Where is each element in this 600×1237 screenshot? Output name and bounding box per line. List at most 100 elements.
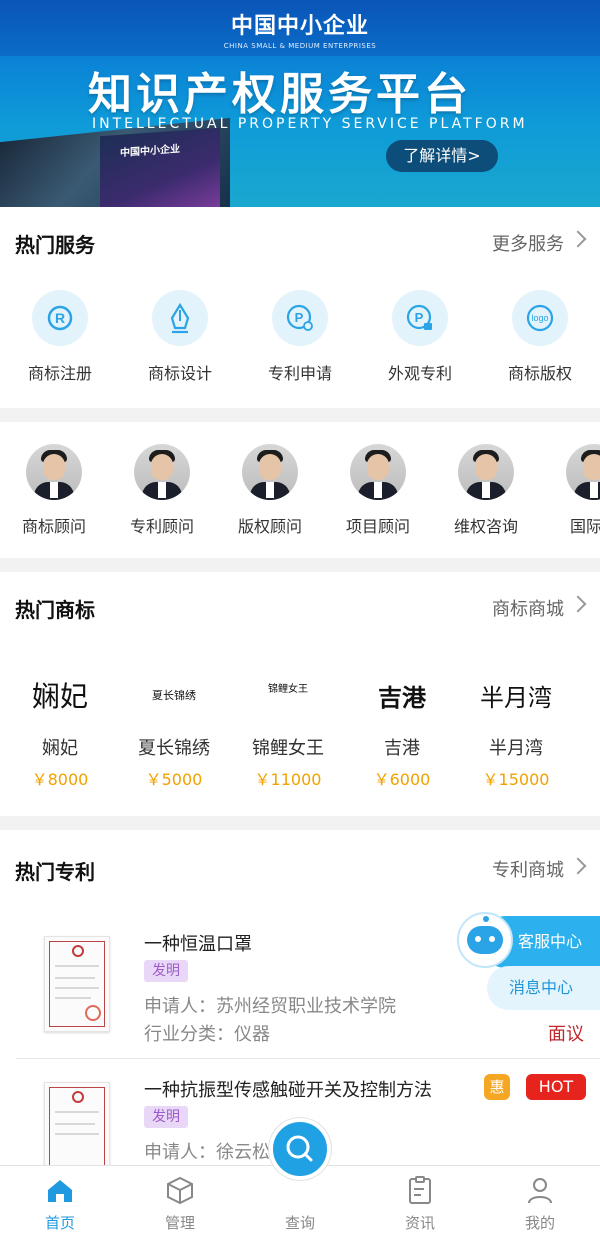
service-trademark-registration[interactable]: R 商标注册 — [0, 290, 120, 384]
section-title: 热门商标 — [15, 598, 95, 622]
patent-title: 一种恒温口罩 — [144, 934, 252, 955]
hot-badge: HOT — [526, 1074, 586, 1100]
advisor-label: 国际商 — [569, 517, 600, 536]
tab-news[interactable]: 资讯 — [360, 1166, 480, 1237]
trademark-item[interactable]: 吉港 吉港 ￥6000 — [345, 672, 459, 790]
tab-manage[interactable]: 管理 — [120, 1166, 240, 1237]
tab-label: 管理 — [164, 1214, 195, 1232]
patent-price: 面议 — [548, 1024, 584, 1045]
divider — [16, 1058, 600, 1059]
banner-topbar: 中国中小企业 CHINA SMALL & MEDIUM ENTERPRISES — [0, 0, 600, 56]
patent-mall-link[interactable]: 专利商城 — [492, 856, 564, 882]
patent-certificate-image — [44, 1082, 110, 1165]
robot-assistant-icon[interactable] — [457, 912, 513, 968]
advisor-trademark[interactable]: 商标顾问 — [0, 444, 108, 537]
promo-banner[interactable]: 中国中小企业 CHINA SMALL & MEDIUM ENTERPRISES … — [0, 0, 600, 207]
trademark-price: ￥15000 — [482, 770, 550, 789]
trademark-logo: 吉港 — [378, 682, 426, 712]
patent-category: 行业分类：仪器 — [144, 1024, 270, 1045]
trademark-item[interactable]: 夏长锦绣 夏长锦绣 ￥5000 — [117, 672, 231, 790]
org-name-en: CHINA SMALL & MEDIUM ENTERPRISES — [223, 42, 377, 50]
avatar — [26, 444, 82, 500]
banner-subtitle: INTELLECTUAL PROPERTY SERVICE PLATFORM — [92, 116, 528, 132]
tab-label: 我的 — [524, 1214, 555, 1232]
advisor-label: 商标顾问 — [21, 517, 86, 536]
svg-text:P: P — [415, 310, 424, 325]
trademark-price: ￥11000 — [254, 770, 322, 789]
trademark-item[interactable]: 娴妃 娴妃 ￥8000 — [3, 672, 117, 790]
tab-home[interactable]: 首页 — [0, 1166, 120, 1237]
trademark-price: ￥8000 — [31, 770, 89, 789]
svg-text:logo: logo — [531, 313, 548, 323]
org-name: 中国中小企业 — [230, 14, 369, 39]
svg-text:P: P — [295, 310, 304, 325]
more-services-link[interactable]: 更多服务 — [492, 230, 564, 256]
trademark-name: 半月湾 — [489, 738, 543, 759]
service-label: 商标注册 — [27, 364, 92, 383]
patent-type-tag: 发明 — [144, 1106, 188, 1128]
services-row: R 商标注册 商标设计 P 专利申请 P 外观专利 logo 商标版权 — [0, 290, 600, 384]
patent-title: 一种抗振型传感触碰开关及控制方法 — [144, 1080, 432, 1101]
message-center-button[interactable]: 消息中心 — [487, 966, 600, 1010]
avatar — [242, 444, 298, 500]
svg-text:R: R — [55, 310, 65, 326]
banner-title: 知识产权服务平台 — [88, 69, 472, 120]
service-label: 专利申请 — [267, 364, 332, 383]
trademarks-row: 娴妃 娴妃 ￥8000 夏长锦绣 夏长锦绣 ￥5000 锦鲤女王 锦鲤女王 ￥1… — [3, 672, 600, 790]
avatar — [566, 444, 600, 500]
clipboard-icon — [409, 1176, 431, 1204]
trademark-item[interactable]: 半月湾 半月湾 ￥15000 — [459, 672, 573, 790]
service-design-patent[interactable]: P 外观专利 — [360, 290, 480, 384]
advisor-label: 专利顾问 — [129, 517, 194, 536]
trademark-price: ￥5000 — [145, 770, 203, 789]
trademark-item[interactable]: 锦鲤女王 锦鲤女王 ￥11000 — [231, 672, 345, 790]
patent-applicant: 申请人：徐云松 — [144, 1142, 270, 1163]
patent-lock-icon: P — [392, 290, 448, 346]
trademark-price: ￥6000 — [373, 770, 431, 789]
advisor-label: 版权顾问 — [237, 517, 302, 536]
trademark-name: 吉港 — [384, 738, 420, 759]
advisor-project[interactable]: 项目顾问 — [324, 444, 432, 537]
avatar — [350, 444, 406, 500]
advisors-row: 商标顾问 专利顾问 版权顾问 项目顾问 维权咨询 国际商 — [0, 444, 600, 554]
advisor-label: 项目顾问 — [345, 517, 410, 536]
magazine-cover-image — [100, 127, 220, 207]
advisor-international[interactable]: 国际商 — [540, 444, 600, 537]
advisor-patent[interactable]: 专利顾问 — [108, 444, 216, 537]
cube-icon — [167, 1176, 193, 1205]
patent-bulb-icon: P — [272, 290, 328, 346]
hot-trademarks-header: 热门商标 商标商城 — [0, 572, 600, 632]
chevron-right-icon[interactable] — [569, 595, 587, 613]
tab-label: 查询 — [284, 1214, 315, 1232]
patent-applicant: 申请人：苏州经贸职业技术学院 — [144, 996, 396, 1017]
tab-label: 首页 — [44, 1214, 75, 1232]
trademark-logo: 夏长锦绣 — [152, 689, 196, 702]
advisor-copyright[interactable]: 版权顾问 — [216, 444, 324, 537]
section-title: 热门服务 — [15, 233, 95, 257]
pen-nib-icon — [152, 290, 208, 346]
trademark-logo: 锦鲤女王 — [268, 684, 308, 695]
trademark-logo: 娴妃 — [31, 680, 88, 713]
service-label: 外观专利 — [387, 364, 452, 383]
chevron-right-icon[interactable] — [569, 857, 587, 875]
hot-services-header: 热门服务 更多服务 — [0, 207, 600, 267]
trademark-logo: 半月湾 — [480, 683, 552, 712]
registered-trademark-icon: R — [32, 290, 88, 346]
hot-patents-header: 热门专利 专利商城 — [0, 830, 600, 890]
service-label: 商标版权 — [507, 364, 572, 383]
advisor-rights[interactable]: 维权咨询 — [432, 444, 540, 537]
tab-mine[interactable]: 我的 — [480, 1166, 600, 1237]
patent-type-tag: 发明 — [144, 960, 188, 982]
tab-label: 资讯 — [404, 1214, 435, 1232]
trademark-name: 锦鲤女王 — [252, 738, 324, 759]
trademark-mall-link[interactable]: 商标商城 — [492, 595, 564, 621]
search-icon — [286, 1135, 313, 1162]
service-patent-application[interactable]: P 专利申请 — [240, 290, 360, 384]
service-trademark-copyright[interactable]: logo 商标版权 — [480, 290, 600, 384]
chevron-right-icon[interactable] — [569, 230, 587, 248]
search-button[interactable] — [269, 1118, 331, 1180]
banner-details-button[interactable]: 了解详情> — [386, 140, 498, 172]
discount-badge: 惠 — [484, 1074, 510, 1100]
service-trademark-design[interactable]: 商标设计 — [120, 290, 240, 384]
trademark-name: 娴妃 — [42, 738, 78, 759]
